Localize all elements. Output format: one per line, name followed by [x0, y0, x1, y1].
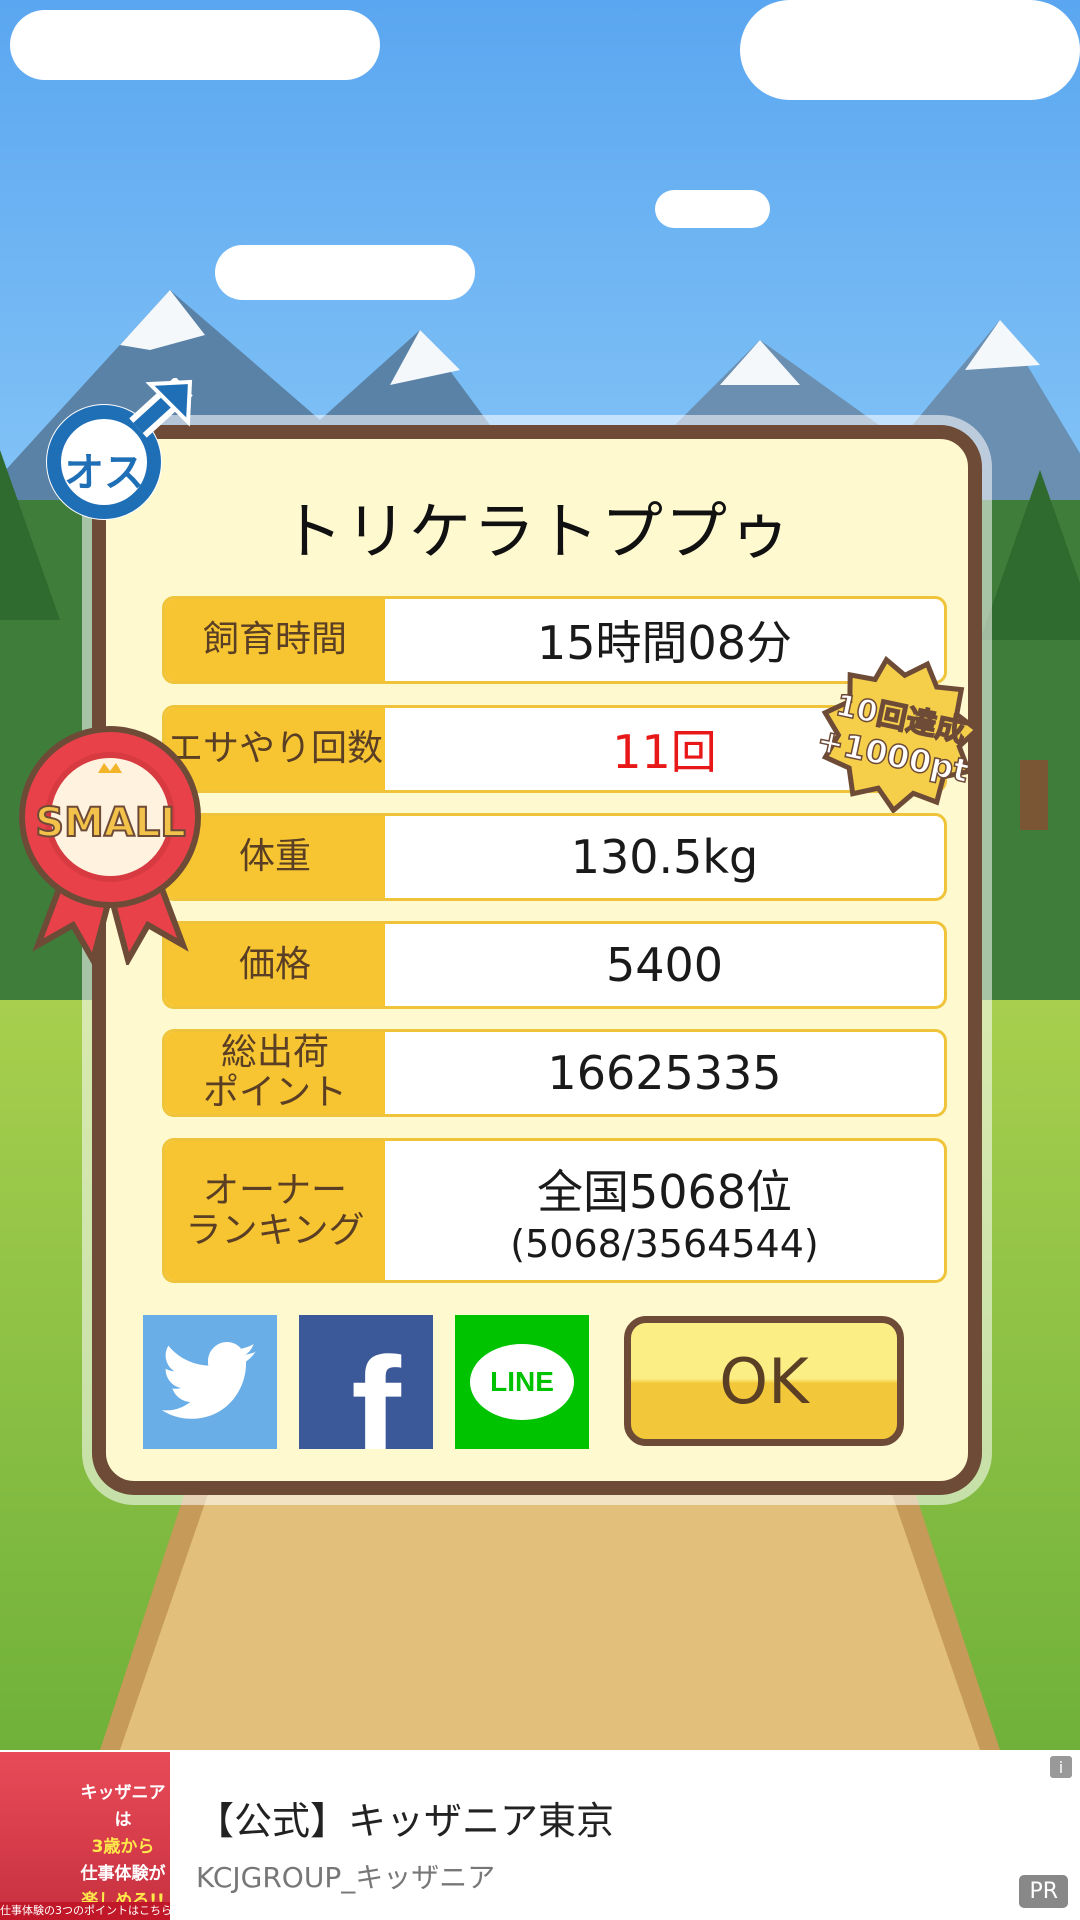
- stat-label-line: 総出荷: [220, 1032, 329, 1073]
- stat-label-line: ランキング: [185, 1209, 365, 1251]
- male-gender-badge: オス: [38, 378, 193, 528]
- stat-row-price: 価格 5400: [162, 921, 947, 1009]
- achievement-badge: 10回達成 +1000pt: [813, 655, 980, 813]
- ad-pr-badge: PR: [1019, 1875, 1068, 1908]
- stat-label: 飼育時間: [165, 599, 385, 681]
- ranking-detail: (5068/3564544): [510, 1221, 819, 1266]
- stat-value: 16625335: [547, 1046, 782, 1100]
- pet-name: トリケラトププゥ: [280, 495, 793, 568]
- result-panel: トリケラトププゥ 飼育時間 15時間08分 エサやり回数 11回 体重 130.…: [92, 425, 982, 1495]
- ad-banner[interactable]: キッザニアは 3歳から 仕事体験が 楽しめる!! 仕事体験の3つのポイントはこち…: [0, 1752, 1080, 1920]
- ranking-value: 全国5068位: [536, 1164, 793, 1219]
- line-share-button[interactable]: LINE: [455, 1315, 589, 1449]
- line-icon-label: LINE: [490, 1366, 554, 1397]
- twitter-bird-icon: [162, 1342, 257, 1419]
- ad-thumb-line: 3歳から: [91, 1837, 155, 1857]
- ad-sponsor: KCJGROUP_キッザニア: [196, 1861, 496, 1894]
- stat-row-weight: 体重 130.5kg: [162, 813, 947, 901]
- stat-value: 130.5kg: [570, 830, 759, 884]
- size-ribbon-badge: SMALL: [18, 715, 203, 965]
- ad-info-icon[interactable]: i: [1050, 1756, 1072, 1778]
- facebook-share-button[interactable]: f: [299, 1315, 433, 1449]
- dirt-path: [120, 1450, 980, 1750]
- gender-label: オス: [64, 450, 144, 496]
- stat-label-line: オーナー: [202, 1169, 347, 1211]
- ad-thumb-line: 仕事体験が: [80, 1864, 166, 1884]
- stat-value: 全国5068位 (5068/3564544): [385, 1141, 944, 1280]
- ok-button[interactable]: OK: [624, 1316, 904, 1446]
- ad-thumb-line: キッザニアは: [80, 1783, 166, 1830]
- stat-row-points: 総出荷 ポイント 16625335: [162, 1029, 947, 1117]
- ad-thumb-footer: 仕事体験の3つのポイントはこちら ▶: [0, 1902, 170, 1920]
- stat-row-ranking: オーナー ランキング 全国5068位 (5068/3564544): [162, 1138, 947, 1283]
- facebook-icon: f: [351, 1325, 401, 1450]
- ribbon-label: SMALL: [34, 799, 187, 847]
- twitter-share-button[interactable]: [143, 1315, 277, 1449]
- ad-title[interactable]: 【公式】キッザニア東京: [196, 1790, 614, 1845]
- line-icon: LINE: [470, 1344, 574, 1420]
- stat-value: 5400: [605, 938, 724, 992]
- stat-label: 総出荷 ポイント: [165, 1032, 385, 1114]
- ad-thumbnail[interactable]: キッザニアは 3歳から 仕事体験が 楽しめる!! 仕事体験の3つのポイントはこち…: [0, 1752, 170, 1920]
- stat-label: オーナー ランキング: [165, 1141, 385, 1280]
- stat-label-line: ポイント: [202, 1072, 347, 1113]
